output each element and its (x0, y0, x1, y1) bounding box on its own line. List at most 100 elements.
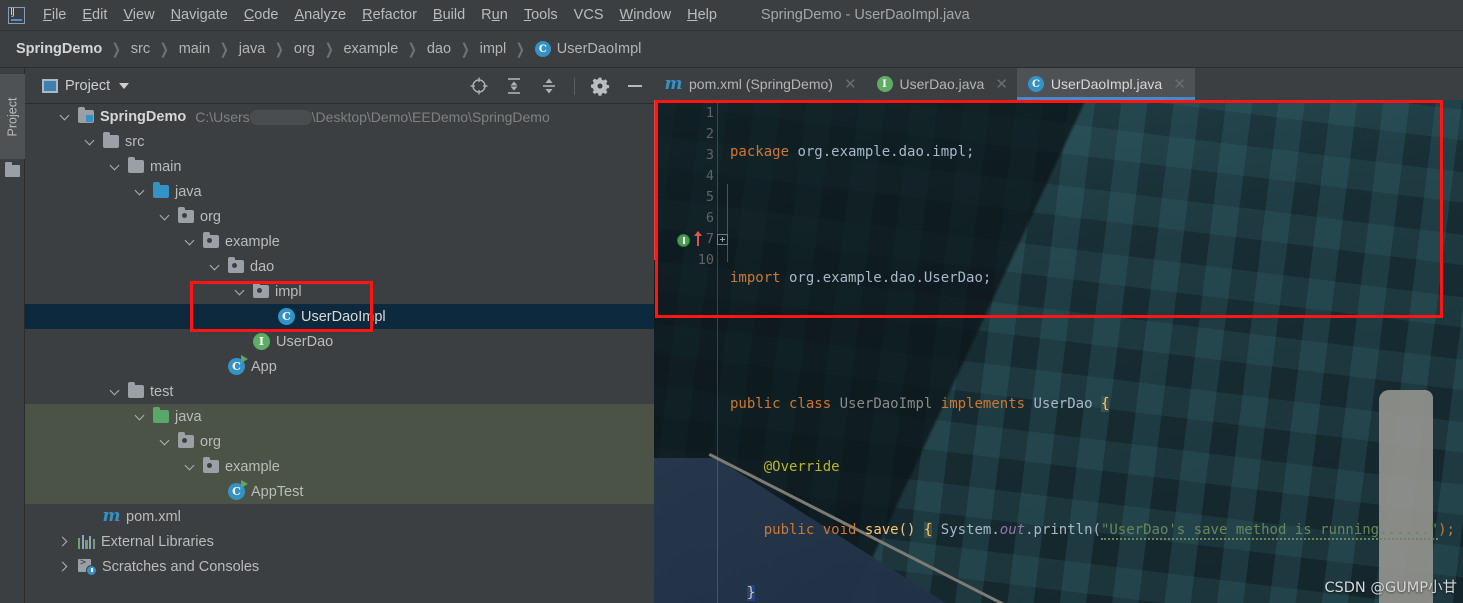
editor-fold-gutter[interactable] (714, 100, 730, 603)
tree-node-app[interactable]: C App (25, 354, 654, 379)
intellij-idea-window: File Edit View Navigate Code Analyze Ref… (0, 0, 1463, 603)
line-number: 5 (705, 189, 714, 205)
no-chevron (210, 362, 220, 372)
close-icon[interactable]: ✕ (844, 77, 857, 92)
folder-icon[interactable] (5, 162, 20, 177)
tree-node-example[interactable]: example (25, 229, 654, 254)
code-content[interactable]: package org.example.dao.impl; import org… (730, 100, 1463, 603)
chevron-down-icon[interactable] (85, 137, 95, 147)
chevron-down-icon[interactable] (160, 437, 170, 447)
tab-label: pom.xml (SpringDemo) (689, 76, 833, 92)
settings-gear-icon[interactable] (590, 76, 610, 96)
tab-userdaoimpl-java[interactable]: C UserDaoImpl.java ✕ (1016, 68, 1195, 100)
chevron-down-icon[interactable] (135, 412, 145, 422)
tree-node-main[interactable]: main (25, 154, 654, 179)
chevron-down-icon[interactable] (119, 82, 130, 89)
chevron-right-icon[interactable] (60, 537, 70, 547)
hide-toolwindow-icon[interactable] (625, 76, 645, 96)
breadcrumb-item-dao[interactable]: dao (424, 40, 454, 58)
breadcrumb-item-main[interactable]: main (176, 40, 213, 58)
tree-node-impl[interactable]: impl (25, 279, 654, 304)
tab-userdao-java[interactable]: I UserDao.java ✕ (865, 68, 1017, 100)
chevron-right-icon[interactable] (60, 562, 70, 572)
breadcrumb-item-springdemo[interactable]: SpringDemo (13, 40, 105, 58)
tab-pom-xml[interactable]: m pom.xml (SpringDemo) ✕ (654, 68, 866, 100)
line-number: 2 (705, 126, 714, 142)
breadcrumb-separator: ❯ (408, 41, 417, 58)
scroll-from-source-icon[interactable] (469, 76, 489, 96)
module-path: C:\Users \Desktop\Demo\EEDemo\SpringDemo (195, 108, 550, 125)
breadcrumb-item-impl[interactable]: impl (477, 40, 510, 58)
chevron-down-icon[interactable] (235, 287, 245, 297)
tree-node-src[interactable]: src (25, 129, 654, 154)
tree-node-apptest[interactable]: C AppTest (25, 479, 654, 504)
fold-expand-icon[interactable] (717, 234, 728, 245)
class-icon: C (1027, 76, 1044, 92)
menu-code[interactable]: Code (236, 5, 287, 25)
menu-run[interactable]: Run (473, 5, 516, 25)
expand-all-icon[interactable] (504, 76, 524, 96)
menu-navigate[interactable]: Navigate (163, 5, 236, 25)
menu-vcs[interactable]: VCS (566, 5, 612, 25)
breadcrumb-item-java[interactable]: java (236, 40, 269, 58)
tree-node-main-java[interactable]: java (25, 179, 654, 204)
chevron-down-icon[interactable] (160, 212, 170, 222)
toolwindow-tab-label: Project (5, 97, 20, 136)
project-panel-actions (469, 68, 645, 104)
close-icon[interactable]: ✕ (1173, 77, 1186, 92)
menu-help[interactable]: Help (679, 5, 725, 25)
tree-node-test-java[interactable]: java (25, 404, 654, 429)
chevron-down-icon[interactable] (60, 112, 70, 122)
tree-node-dao[interactable]: dao (25, 254, 654, 279)
breadcrumb-item-org[interactable]: org (291, 40, 318, 58)
tree-node-scratches-and-consoles[interactable]: Scratches and Consoles (25, 554, 654, 579)
chevron-down-icon[interactable] (210, 262, 220, 272)
menu-refactor[interactable]: Refactor (354, 5, 425, 25)
implementing-method-arrow-icon[interactable] (694, 231, 702, 246)
menu-edit[interactable]: Edit (74, 5, 115, 25)
class-icon: C (278, 308, 295, 325)
code-editor[interactable]: 1 2 3 4 5 6 7 10 package org.example.dao… (654, 100, 1463, 603)
chevron-down-icon[interactable] (135, 187, 145, 197)
toolwindow-tab-project[interactable]: Project (0, 74, 25, 159)
folder-icon (128, 382, 144, 398)
chevron-down-icon[interactable] (110, 162, 120, 172)
code-line-3: import org.example.dao.UserDao; (730, 270, 992, 286)
line-number: 7 (705, 231, 714, 247)
tree-node-external-libraries[interactable]: External Libraries (25, 529, 654, 554)
tree-node-userdaoimpl[interactable]: C UserDaoImpl (25, 304, 654, 329)
run-method-gutter-icon[interactable] (677, 234, 690, 247)
menu-bar: File Edit View Navigate Code Analyze Ref… (0, 0, 1463, 31)
menu-analyze[interactable]: Analyze (287, 5, 355, 25)
chevron-down-icon[interactable] (110, 387, 120, 397)
tree-node-test[interactable]: test (25, 379, 654, 404)
tree-node-test-example[interactable]: example (25, 454, 654, 479)
breadcrumb-item-example[interactable]: example (340, 40, 401, 58)
tree-node-pomxml[interactable]: m pom.xml (25, 504, 654, 529)
tree-node-springdemo[interactable]: SpringDemo C:\Users \Desktop\Demo\EEDemo\… (25, 104, 654, 129)
menu-tools[interactable]: Tools (516, 5, 566, 25)
menu-window[interactable]: Window (612, 5, 680, 25)
close-icon[interactable]: ✕ (995, 77, 1008, 92)
interface-icon: I (876, 76, 893, 92)
breadcrumb-item-src[interactable]: src (128, 40, 153, 58)
tree-node-test-org[interactable]: org (25, 429, 654, 454)
breadcrumb-item-userdaoimpl[interactable]: C UserDaoImpl (532, 40, 645, 58)
menu-view[interactable]: View (115, 5, 162, 25)
collapse-all-icon[interactable] (539, 76, 559, 96)
no-chevron (85, 512, 95, 522)
tree-node-org[interactable]: org (25, 204, 654, 229)
redacted-username-mask (249, 109, 312, 125)
menu-build[interactable]: Build (425, 5, 473, 25)
chevron-down-icon[interactable] (185, 237, 195, 247)
maven-icon: m (102, 506, 121, 526)
tab-label: UserDao.java (899, 76, 985, 92)
code-line-7: public void save() { System.out.println(… (763, 522, 1455, 540)
menu-file[interactable]: File (35, 5, 74, 25)
tree-node-userdao[interactable]: I UserDao (25, 329, 654, 354)
editor-gutter[interactable]: 1 2 3 4 5 6 7 10 (654, 100, 714, 603)
chevron-down-icon[interactable] (185, 462, 195, 472)
breadcrumb-separator: ❯ (516, 41, 525, 58)
